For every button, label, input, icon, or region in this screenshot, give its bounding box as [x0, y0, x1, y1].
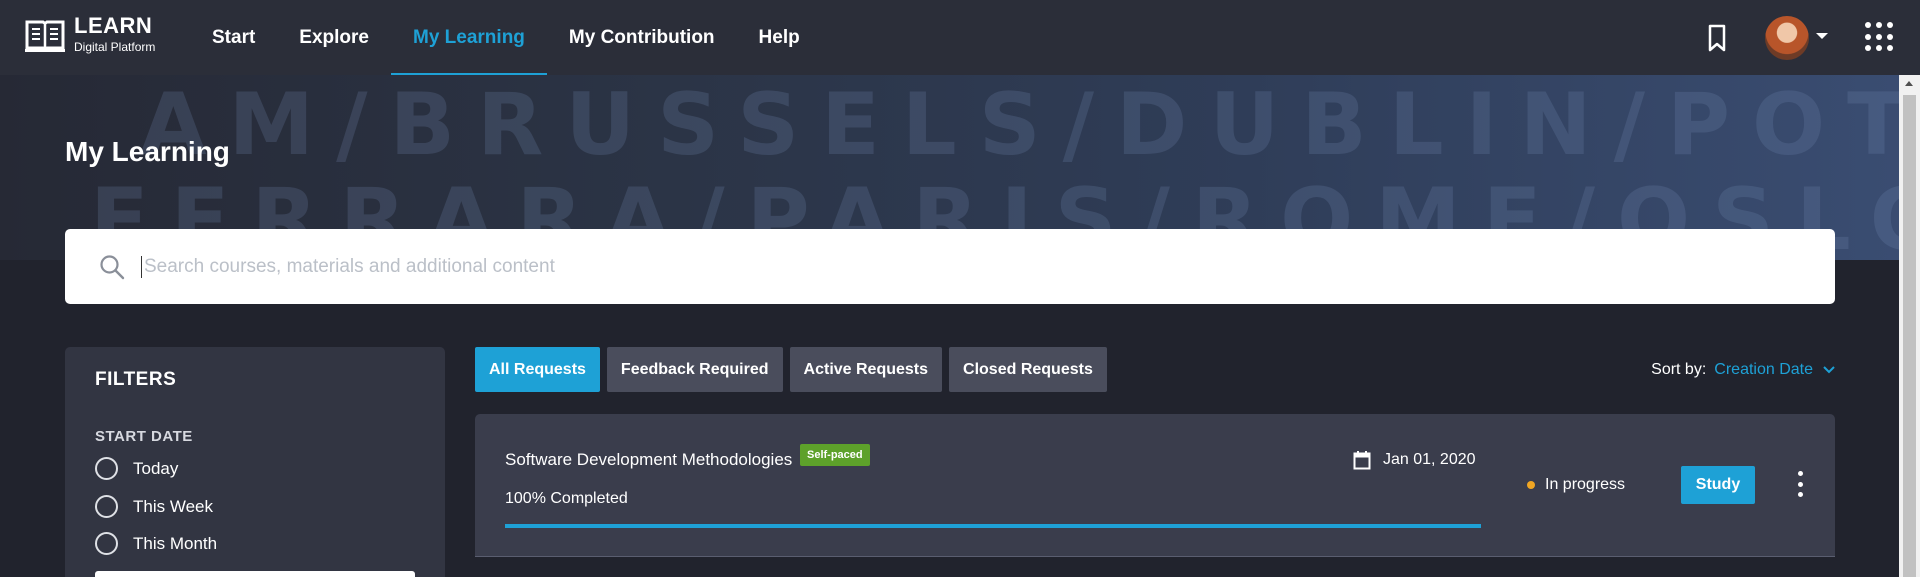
- bookmark-icon[interactable]: [1703, 23, 1731, 53]
- progress-fill: [505, 524, 1481, 528]
- radio-circle[interactable]: [95, 532, 118, 555]
- nav-my-contribution[interactable]: My Contribution: [547, 0, 737, 75]
- hero-cities-row-1: AM/BRUSSELS/DUBLIN/POTSDAM/BR: [140, 75, 1920, 175]
- sort-label: Sort by:: [1651, 360, 1707, 378]
- search-bar: [65, 229, 1835, 304]
- brand-logo[interactable]: LEARN Digital Platform: [24, 14, 155, 54]
- course-title[interactable]: Software Development Methodologies: [505, 450, 792, 470]
- request-status: In progress: [1527, 476, 1625, 494]
- scroll-thumb[interactable]: [1903, 95, 1916, 577]
- radio-label: Today: [133, 458, 179, 478]
- radio-circle[interactable]: [95, 457, 118, 480]
- status-dot: [1527, 481, 1535, 489]
- status-text: In progress: [1545, 476, 1626, 493]
- user-avatar[interactable]: [1765, 16, 1809, 60]
- filters-title: FILTERS: [95, 369, 177, 390]
- search-icon: [100, 254, 125, 279]
- nav-start[interactable]: Start: [190, 0, 277, 75]
- filters-panel: FILTERS START DATE Today This Week This …: [65, 347, 445, 577]
- radio-circle[interactable]: [95, 495, 118, 518]
- nav-help[interactable]: Help: [737, 0, 822, 75]
- radio-today[interactable]: Today: [95, 457, 178, 480]
- tab-closed-requests[interactable]: Closed Requests: [949, 347, 1107, 392]
- radio-label: This Month: [133, 533, 218, 553]
- card-divider: [475, 556, 1835, 557]
- tab-all-requests[interactable]: All Requests: [475, 347, 600, 392]
- radio-label: This Week: [133, 496, 213, 516]
- request-date: Jan 01, 2020: [1353, 450, 1476, 470]
- request-tabs: All Requests Feedback Required Active Re…: [475, 347, 1114, 392]
- radio-this-week[interactable]: This Week: [95, 495, 213, 518]
- tab-feedback-required[interactable]: Feedback Required: [606, 347, 783, 392]
- study-button[interactable]: Study: [1681, 466, 1755, 504]
- chevron-down-icon[interactable]: [1816, 33, 1828, 39]
- chevron-down-icon[interactable]: [1823, 365, 1835, 374]
- brand-text: LEARN Digital Platform: [74, 13, 156, 54]
- request-date-text: Jan 01, 2020: [1383, 451, 1476, 468]
- page-scrollbar[interactable]: [1899, 75, 1920, 577]
- kebab-menu-icon[interactable]: [1795, 471, 1805, 497]
- apps-grid-icon[interactable]: [1865, 22, 1893, 52]
- scroll-up-arrow-icon[interactable]: [1905, 81, 1913, 86]
- progress-bar: [505, 524, 1481, 528]
- sort-dropdown[interactable]: Creation Date: [1714, 361, 1813, 379]
- filter-group-start-date: START DATE: [95, 428, 193, 445]
- progress-text: 100% Completed: [505, 490, 628, 507]
- nav-explore[interactable]: Explore: [277, 0, 391, 75]
- tab-active-requests[interactable]: Active Requests: [789, 347, 943, 392]
- filter-date-field[interactable]: [95, 571, 415, 577]
- calendar-icon: [1353, 451, 1371, 470]
- top-navigation-bar: LEARN Digital Platform Start Explore My …: [0, 0, 1920, 75]
- sort-control: Sort by: Creation Date: [1651, 347, 1835, 392]
- radio-this-month[interactable]: This Month: [95, 532, 217, 555]
- brand-subtitle: Digital Platform: [74, 40, 156, 54]
- request-card: Software Development Methodologies Self-…: [475, 414, 1835, 556]
- self-paced-badge: Self-paced: [800, 444, 870, 466]
- page-title: My Learning: [65, 136, 230, 167]
- main-nav: Start Explore My Learning My Contributio…: [190, 0, 822, 75]
- nav-my-learning[interactable]: My Learning: [391, 0, 547, 75]
- book-icon: [25, 20, 65, 52]
- brand-title: LEARN: [74, 13, 153, 38]
- search-input[interactable]: [141, 255, 1741, 278]
